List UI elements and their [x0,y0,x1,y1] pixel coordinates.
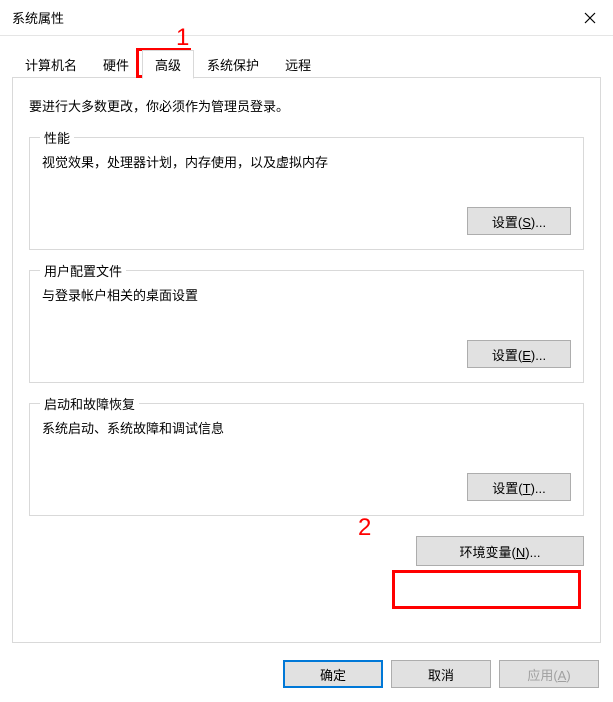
close-button[interactable] [567,0,613,36]
tab-hardware[interactable]: 硬件 [90,50,142,78]
group-user-profiles-legend: 用户配置文件 [40,261,126,280]
tab-advanced[interactable]: 高级 [142,50,194,79]
performance-settings-button[interactable]: 设置(S)... [467,207,571,235]
window-title: 系统属性 [12,8,64,27]
group-performance-desc: 视觉效果，处理器计划，内存使用，以及虚拟内存 [42,152,571,171]
startup-recovery-settings-button[interactable]: 设置(T)... [467,473,571,501]
group-startup-recovery-desc: 系统启动、系统故障和调试信息 [42,418,571,437]
tab-computer-name[interactable]: 计算机名 [12,50,90,78]
group-startup-recovery-legend: 启动和故障恢复 [40,394,139,413]
tab-panel-advanced: 要进行大多数更改，你必须作为管理员登录。 性能 视觉效果，处理器计划，内存使用，… [12,77,601,643]
apply-button: 应用(A) [499,660,599,688]
tab-system-protection[interactable]: 系统保护 [194,50,272,78]
group-performance: 性能 视觉效果，处理器计划，内存使用，以及虚拟内存 设置(S)... [29,137,584,250]
dialog-button-row: 确定 取消 应用(A) [283,660,599,688]
ok-button[interactable]: 确定 [283,660,383,688]
group-performance-legend: 性能 [40,128,74,147]
titlebar: 系统属性 [0,0,613,36]
close-icon [584,12,596,24]
group-user-profiles-desc: 与登录帐户相关的桌面设置 [42,285,571,304]
environment-variables-button[interactable]: 环境变量(N)... [416,536,584,566]
cancel-button[interactable]: 取消 [391,660,491,688]
group-user-profiles: 用户配置文件 与登录帐户相关的桌面设置 设置(E)... [29,270,584,383]
tab-strip: 计算机名 硬件 高级 系统保护 远程 [12,50,601,78]
user-profiles-settings-button[interactable]: 设置(E)... [467,340,571,368]
admin-intro-text: 要进行大多数更改，你必须作为管理员登录。 [29,96,584,115]
tab-remote[interactable]: 远程 [272,50,324,78]
group-startup-recovery: 启动和故障恢复 系统启动、系统故障和调试信息 设置(T)... [29,403,584,516]
